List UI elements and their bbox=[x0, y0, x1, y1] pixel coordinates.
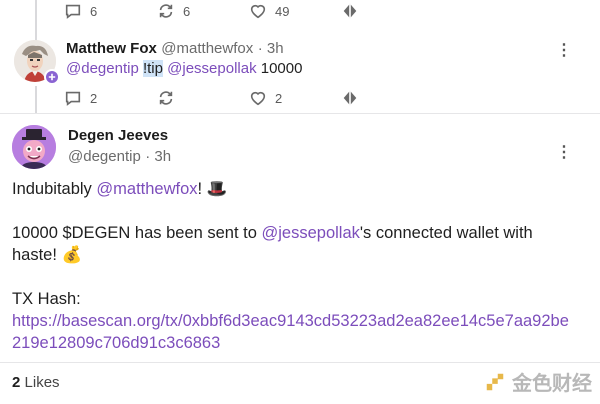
like-count: 49 bbox=[275, 3, 290, 19]
timestamp: · 3h bbox=[257, 40, 284, 57]
post-body: Indubitably @matthewfox! 🎩 10000 $DEGEN … bbox=[12, 178, 572, 354]
mention-link[interactable]: @matthewfox bbox=[96, 180, 197, 198]
thread-line bbox=[35, 86, 37, 114]
timestamp: · 3h bbox=[145, 148, 172, 165]
tip-action[interactable] bbox=[341, 89, 359, 107]
diamond-icon bbox=[343, 3, 357, 19]
mention-link[interactable]: @jessepollak bbox=[167, 60, 256, 77]
watermark-text: 金色财经 bbox=[512, 373, 592, 395]
watermark: 金色财经 bbox=[484, 367, 592, 396]
post-line: 10000 $DEGEN has been sent to @jessepoll… bbox=[12, 222, 572, 244]
reply-count: 6 bbox=[90, 3, 98, 19]
recast-count: 6 bbox=[183, 3, 191, 19]
reply-text: @degentip !tip @jessepollak 10000 bbox=[66, 60, 302, 77]
tip-command: !tip bbox=[142, 60, 163, 77]
post-text: 's connected wallet with bbox=[359, 224, 533, 242]
author-name[interactable]: Degen Jeeves bbox=[68, 127, 171, 144]
divider bbox=[0, 362, 600, 363]
post-text: ! 🎩 bbox=[197, 180, 228, 198]
heart-icon bbox=[250, 91, 266, 106]
diamond-icon bbox=[343, 90, 357, 106]
reply-action[interactable]: 6 bbox=[64, 2, 97, 20]
author-handle[interactable]: @degentip bbox=[68, 148, 141, 165]
like-action[interactable]: 49 bbox=[249, 2, 289, 20]
recast-icon bbox=[159, 91, 173, 105]
follow-badge[interactable] bbox=[44, 69, 60, 85]
more-options-icon[interactable]: ⋮ bbox=[556, 40, 573, 60]
post-text: TX Hash: bbox=[12, 290, 81, 308]
recast-action[interactable] bbox=[157, 89, 175, 107]
reply-count: 2 bbox=[90, 90, 98, 106]
post-text: 10000 $DEGEN has been sent to bbox=[12, 224, 262, 242]
recast-action[interactable]: 6 bbox=[157, 2, 190, 20]
tip-amount: 10000 bbox=[260, 60, 303, 77]
mention-link[interactable]: @jessepollak bbox=[262, 224, 360, 242]
recast-icon bbox=[159, 4, 173, 18]
reply-action[interactable]: 2 bbox=[64, 89, 97, 107]
avatar-degentip[interactable] bbox=[12, 125, 56, 169]
tx-hash-link[interactable]: https://basescan.org/tx/0xbbf6d3eac9143c… bbox=[12, 312, 569, 352]
more-options-icon[interactable]: ⋮ bbox=[556, 142, 573, 162]
heart-icon bbox=[250, 4, 266, 19]
like-action[interactable]: 2 bbox=[249, 89, 282, 107]
comment-icon bbox=[65, 4, 81, 19]
divider bbox=[0, 113, 600, 114]
plus-icon bbox=[48, 73, 56, 81]
post-header: Degen Jeeves @degentip · 3h bbox=[68, 127, 171, 166]
avatar-illustration bbox=[12, 125, 56, 169]
post-text: Indubitably bbox=[12, 180, 97, 198]
likes-summary[interactable]: 2 Likes bbox=[12, 374, 60, 391]
likes-label: Likes bbox=[24, 374, 60, 391]
mention-link[interactable]: @degentip bbox=[66, 60, 139, 77]
likes-count: 2 bbox=[12, 374, 21, 391]
comment-icon bbox=[65, 91, 81, 106]
post-text: haste! 💰 bbox=[12, 246, 83, 264]
author-handle[interactable]: @matthewfox bbox=[161, 40, 253, 57]
jinse-logo-icon bbox=[486, 373, 504, 390]
post-line: Indubitably @matthewfox! 🎩 bbox=[12, 178, 572, 200]
tip-action[interactable] bbox=[341, 2, 359, 20]
author-name[interactable]: Matthew Fox bbox=[66, 40, 157, 57]
reply-header: Matthew Fox @matthewfox · 3h bbox=[66, 40, 284, 58]
like-count: 2 bbox=[275, 90, 283, 106]
